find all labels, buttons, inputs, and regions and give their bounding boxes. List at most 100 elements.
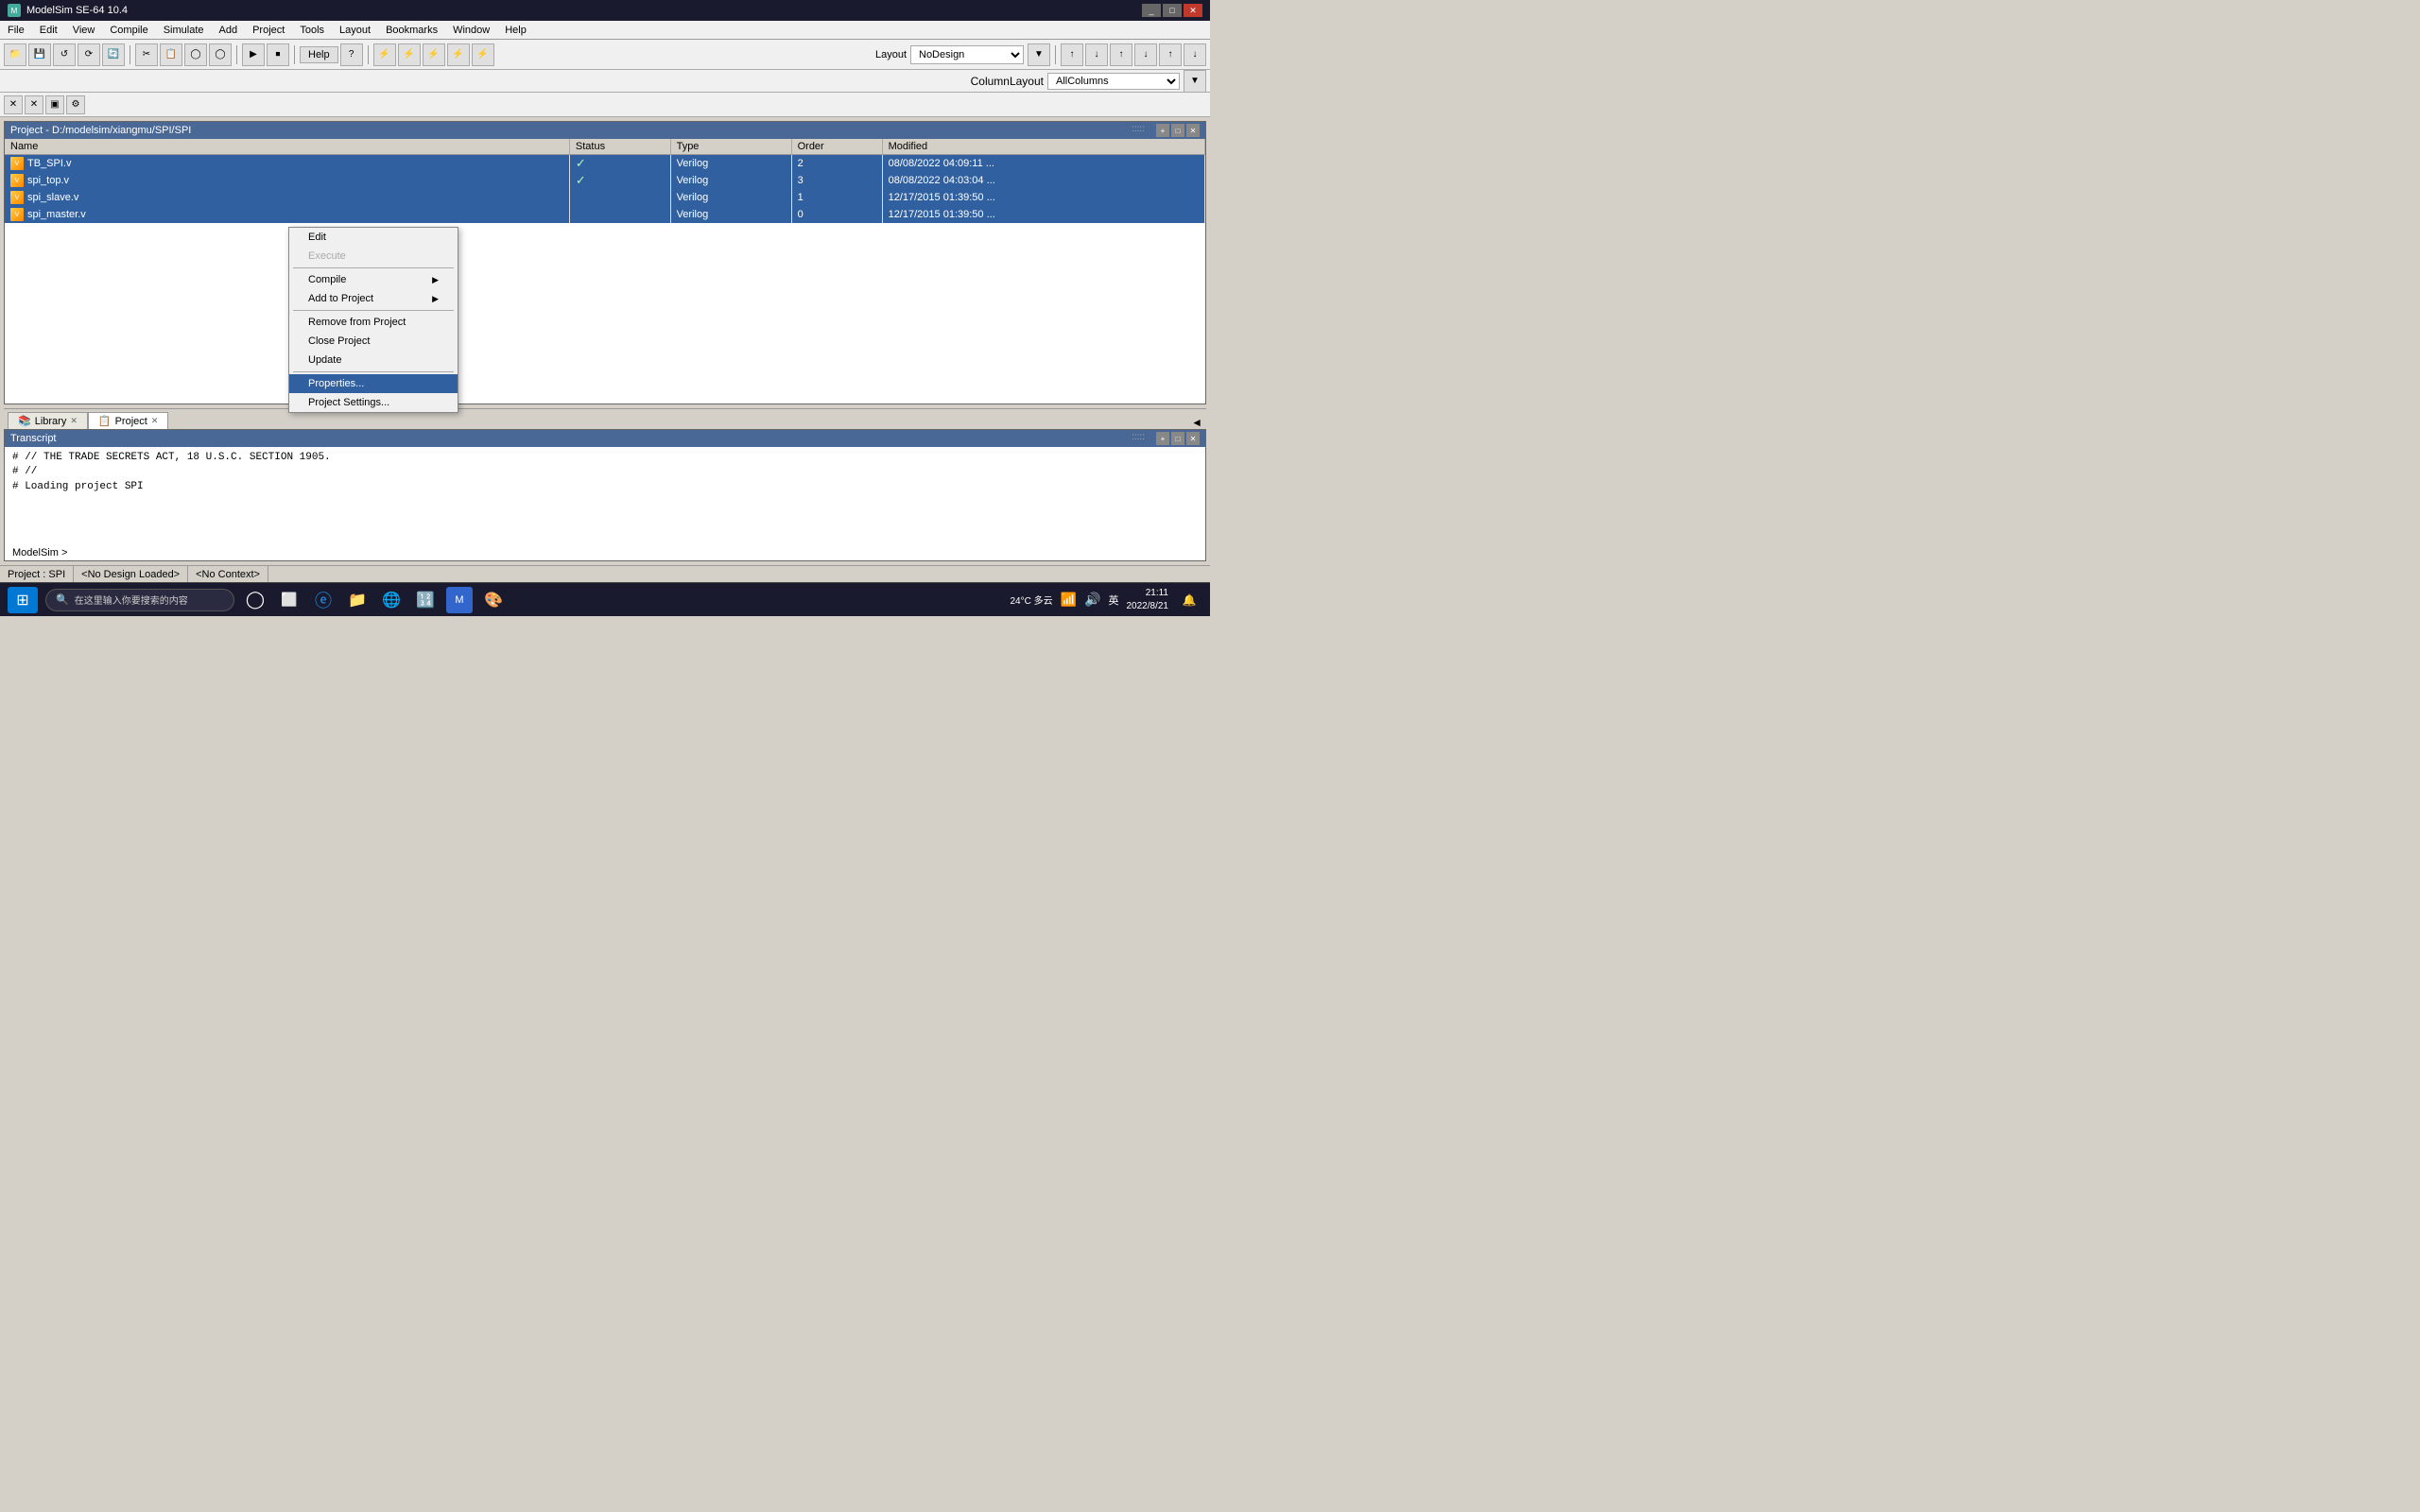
- toolbar-btn-extra5[interactable]: ↑: [1159, 43, 1182, 66]
- tab-project[interactable]: 📋 Project ✕: [88, 412, 169, 429]
- taskbar-search[interactable]: 🔍 在这里输入你要搜索的内容: [45, 589, 234, 611]
- menu-tools[interactable]: Tools: [292, 21, 332, 39]
- toolbar3-btn3[interactable]: ▣: [45, 95, 64, 114]
- toolbar-btn-sim1[interactable]: ⚡: [373, 43, 396, 66]
- title-bar: M ModelSim SE-64 10.4 _ □ ✕: [0, 0, 1210, 21]
- layout-select[interactable]: NoDesign: [910, 45, 1024, 64]
- start-button[interactable]: ⊞: [8, 587, 38, 613]
- toolbar3-btn4[interactable]: ⚙: [66, 95, 85, 114]
- close-button[interactable]: ✕: [1184, 4, 1202, 17]
- taskbar-icon-edge[interactable]: ⓔ: [310, 587, 337, 613]
- toolbar3-btn2[interactable]: ✕: [25, 95, 43, 114]
- help-button[interactable]: Help: [300, 46, 338, 63]
- minimize-button[interactable]: _: [1142, 4, 1161, 17]
- status-checkmark: ✓: [576, 156, 586, 170]
- toolbar-btn-sim4[interactable]: ⚡: [447, 43, 470, 66]
- toolbar-btn-help2[interactable]: ?: [340, 43, 363, 66]
- transcript-line-3: # Loading project SPI: [12, 480, 1198, 494]
- toolbar-btn-stop[interactable]: ⏹: [267, 43, 289, 66]
- toolbar-btn-2[interactable]: 💾: [28, 43, 51, 66]
- file-order-cell: 1: [791, 189, 882, 206]
- taskbar-icon-cortana[interactable]: ◯: [242, 587, 268, 613]
- toolbar-btn-6[interactable]: ◯: [184, 43, 207, 66]
- table-row[interactable]: Vspi_slave.vVerilog112/17/2015 01:39:50 …: [5, 189, 1205, 206]
- menu-help[interactable]: Help: [497, 21, 534, 39]
- menu-compile[interactable]: Compile: [102, 21, 155, 39]
- panel-close-btn[interactable]: ✕: [1186, 124, 1200, 137]
- context-item-compile[interactable]: Compile▶: [289, 270, 458, 289]
- context-item-close-project[interactable]: Close Project: [289, 332, 458, 351]
- menu-add[interactable]: Add: [212, 21, 246, 39]
- tab-project-close[interactable]: ✕: [151, 416, 159, 426]
- taskbar-clock[interactable]: 21:11 2022/8/21: [1127, 587, 1169, 613]
- taskbar-icon-paint[interactable]: 🎨: [480, 587, 507, 613]
- column-layout-arrow[interactable]: ▼: [1184, 70, 1206, 93]
- context-item-edit[interactable]: Edit: [289, 228, 458, 247]
- taskbar-network-icon: 📶: [1061, 592, 1077, 608]
- table-row[interactable]: VTB_SPI.v✓Verilog208/08/2022 04:09:11 ..…: [5, 155, 1205, 173]
- menu-edit[interactable]: Edit: [32, 21, 65, 39]
- toolbar-btn-5[interactable]: 🔄: [102, 43, 125, 66]
- toolbar3-btn1[interactable]: ✕: [4, 95, 23, 114]
- menu-simulate[interactable]: Simulate: [156, 21, 212, 39]
- main-toolbar: 📁 💾 ↺ ⟳ 🔄 ✂ 📋 ◯ ◯ ▶ ⏹ Help ? ⚡ ⚡ ⚡ ⚡ ⚡ L…: [0, 40, 1210, 70]
- tab-library-close[interactable]: ✕: [70, 416, 78, 426]
- transcript-panel: Transcript ::::: + □ ✕ # // THE TRADE SE…: [4, 429, 1206, 561]
- transcript-close-btn[interactable]: ✕: [1186, 432, 1200, 445]
- table-row[interactable]: Vspi_top.v✓Verilog308/08/2022 04:03:04 .…: [5, 172, 1205, 189]
- col-name: Name: [5, 139, 569, 155]
- menu-window[interactable]: Window: [445, 21, 497, 39]
- transcript-prompt[interactable]: ModelSim >: [5, 545, 1205, 560]
- taskbar-icon-explorer[interactable]: 📁: [344, 587, 371, 613]
- taskbar-icon-modelsim[interactable]: M: [446, 587, 473, 613]
- toolbar-btn-extra3[interactable]: ↑: [1110, 43, 1132, 66]
- column-layout-select[interactable]: AllColumns: [1047, 73, 1180, 90]
- toolbar-btn-run[interactable]: ▶: [242, 43, 265, 66]
- table-row[interactable]: Vspi_master.vVerilog012/17/2015 01:39:50…: [5, 206, 1205, 223]
- tabs-scroll-btn[interactable]: ◄: [1191, 416, 1202, 429]
- toolbar-btn-extra4[interactable]: ↓: [1134, 43, 1157, 66]
- toolbar-btn-extra2[interactable]: ↓: [1085, 43, 1108, 66]
- layout-arrow-btn[interactable]: ▼: [1028, 43, 1050, 66]
- status-project: Project : SPI: [0, 566, 74, 582]
- toolbar-btn-extra1[interactable]: ↑: [1061, 43, 1083, 66]
- file-icon: V: [10, 157, 24, 170]
- toolbar-btn-cut[interactable]: ✂: [135, 43, 158, 66]
- transcript-line-2: # //: [12, 465, 1198, 479]
- toolbar-btn-7[interactable]: ◯: [209, 43, 232, 66]
- context-item-add-to-project[interactable]: Add to Project▶: [289, 289, 458, 308]
- transcript-controls[interactable]: ::::: + □ ✕: [1132, 432, 1200, 445]
- menu-file[interactable]: File: [0, 21, 32, 39]
- toolbar-btn-1[interactable]: 📁: [4, 43, 26, 66]
- menu-project[interactable]: Project: [245, 21, 292, 39]
- menu-bookmarks[interactable]: Bookmarks: [378, 21, 445, 39]
- toolbar-btn-sim3[interactable]: ⚡: [423, 43, 445, 66]
- panel-controls[interactable]: ::::: + □ ✕: [1132, 124, 1200, 137]
- toolbar-btn-sim2[interactable]: ⚡: [398, 43, 421, 66]
- context-item-properties---[interactable]: Properties...: [289, 374, 458, 393]
- transcript-pin-btn[interactable]: +: [1156, 432, 1169, 445]
- transcript-float-btn[interactable]: □: [1171, 432, 1184, 445]
- toolbar-btn-3[interactable]: ↺: [53, 43, 76, 66]
- toolbar-btn-copy[interactable]: 📋: [160, 43, 182, 66]
- tab-library[interactable]: 📚 Library ✕: [8, 412, 88, 429]
- notification-icon[interactable]: 🔔: [1176, 587, 1202, 613]
- menu-view[interactable]: View: [65, 21, 103, 39]
- menu-bar: File Edit View Compile Simulate Add Proj…: [0, 21, 1210, 40]
- context-item-project-settings---[interactable]: Project Settings...: [289, 393, 458, 412]
- taskbar-icon-taskview[interactable]: ⬜: [276, 587, 302, 613]
- toolbar-btn-extra6[interactable]: ↓: [1184, 43, 1206, 66]
- toolbar-sep-3: [294, 45, 295, 64]
- toolbar-btn-4[interactable]: ⟳: [78, 43, 100, 66]
- taskbar-icon-browser2[interactable]: 🌐: [378, 587, 405, 613]
- context-item-update[interactable]: Update: [289, 351, 458, 369]
- taskbar-icon-calc[interactable]: 🔢: [412, 587, 439, 613]
- panel-pin-btn[interactable]: +: [1156, 124, 1169, 137]
- window-controls[interactable]: _ □ ✕: [1142, 4, 1202, 17]
- context-item-remove-from-project[interactable]: Remove from Project: [289, 313, 458, 332]
- panel-float-btn[interactable]: □: [1171, 124, 1184, 137]
- menu-layout[interactable]: Layout: [332, 21, 378, 39]
- toolbar-btn-sim5[interactable]: ⚡: [472, 43, 494, 66]
- maximize-button[interactable]: □: [1163, 4, 1182, 17]
- file-status-cell: [569, 189, 670, 206]
